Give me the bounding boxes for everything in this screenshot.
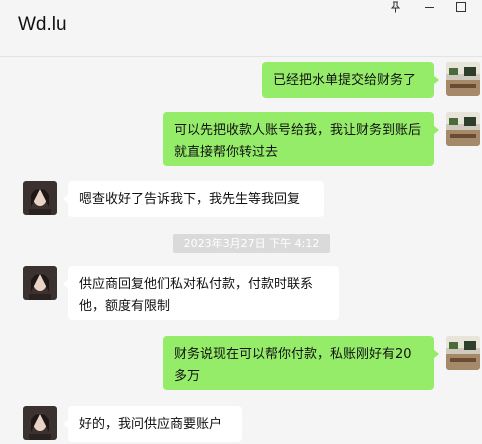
- pin-icon[interactable]: [384, 0, 406, 14]
- contact-avatar[interactable]: [23, 181, 57, 215]
- message-bubble-incoming[interactable]: 好的，我问供应商要账户: [63, 406, 242, 442]
- contact-avatar[interactable]: [23, 266, 57, 300]
- message-text: 嗯查收好了告诉我下，我先生等我回复: [79, 192, 301, 207]
- self-avatar[interactable]: [446, 112, 480, 146]
- message-text: 财务说现在可以帮你付款，私账刚好有20多万: [174, 347, 412, 384]
- message-bubble-incoming[interactable]: 嗯查收好了告诉我下，我先生等我回复: [63, 181, 324, 217]
- maximize-icon[interactable]: [450, 0, 472, 14]
- self-avatar[interactable]: [446, 62, 480, 96]
- message-text: 好的，我问供应商要账户: [79, 417, 223, 432]
- chat-title: Wd.lu: [18, 14, 67, 35]
- contact-avatar[interactable]: [23, 406, 57, 440]
- minimize-icon[interactable]: [418, 0, 440, 14]
- message-bubble-incoming[interactable]: 供应商回复他们私对私付款，付款时联系他，额度有限制: [63, 266, 339, 320]
- message-bubble-outgoing[interactable]: 财务说现在可以帮你付款，私账刚好有20多万: [163, 336, 439, 390]
- message-timestamp: 2023年3月27日 下午 4:12: [173, 234, 330, 253]
- message-text: 已经把水单提交给财务了: [273, 73, 417, 88]
- message-bubble-outgoing[interactable]: 可以先把收款人账号给我，我让财务到账后就直接帮你转过去: [163, 112, 439, 166]
- message-text: 可以先把收款人账号给我，我让财务到账后就直接帮你转过去: [174, 123, 422, 160]
- title-bar: Wd.lu: [0, 0, 482, 57]
- message-text: 供应商回复他们私对私付款，付款时联系他，额度有限制: [79, 277, 314, 314]
- self-avatar[interactable]: [446, 336, 480, 370]
- message-bubble-outgoing[interactable]: 已经把水单提交给财务了: [262, 62, 439, 98]
